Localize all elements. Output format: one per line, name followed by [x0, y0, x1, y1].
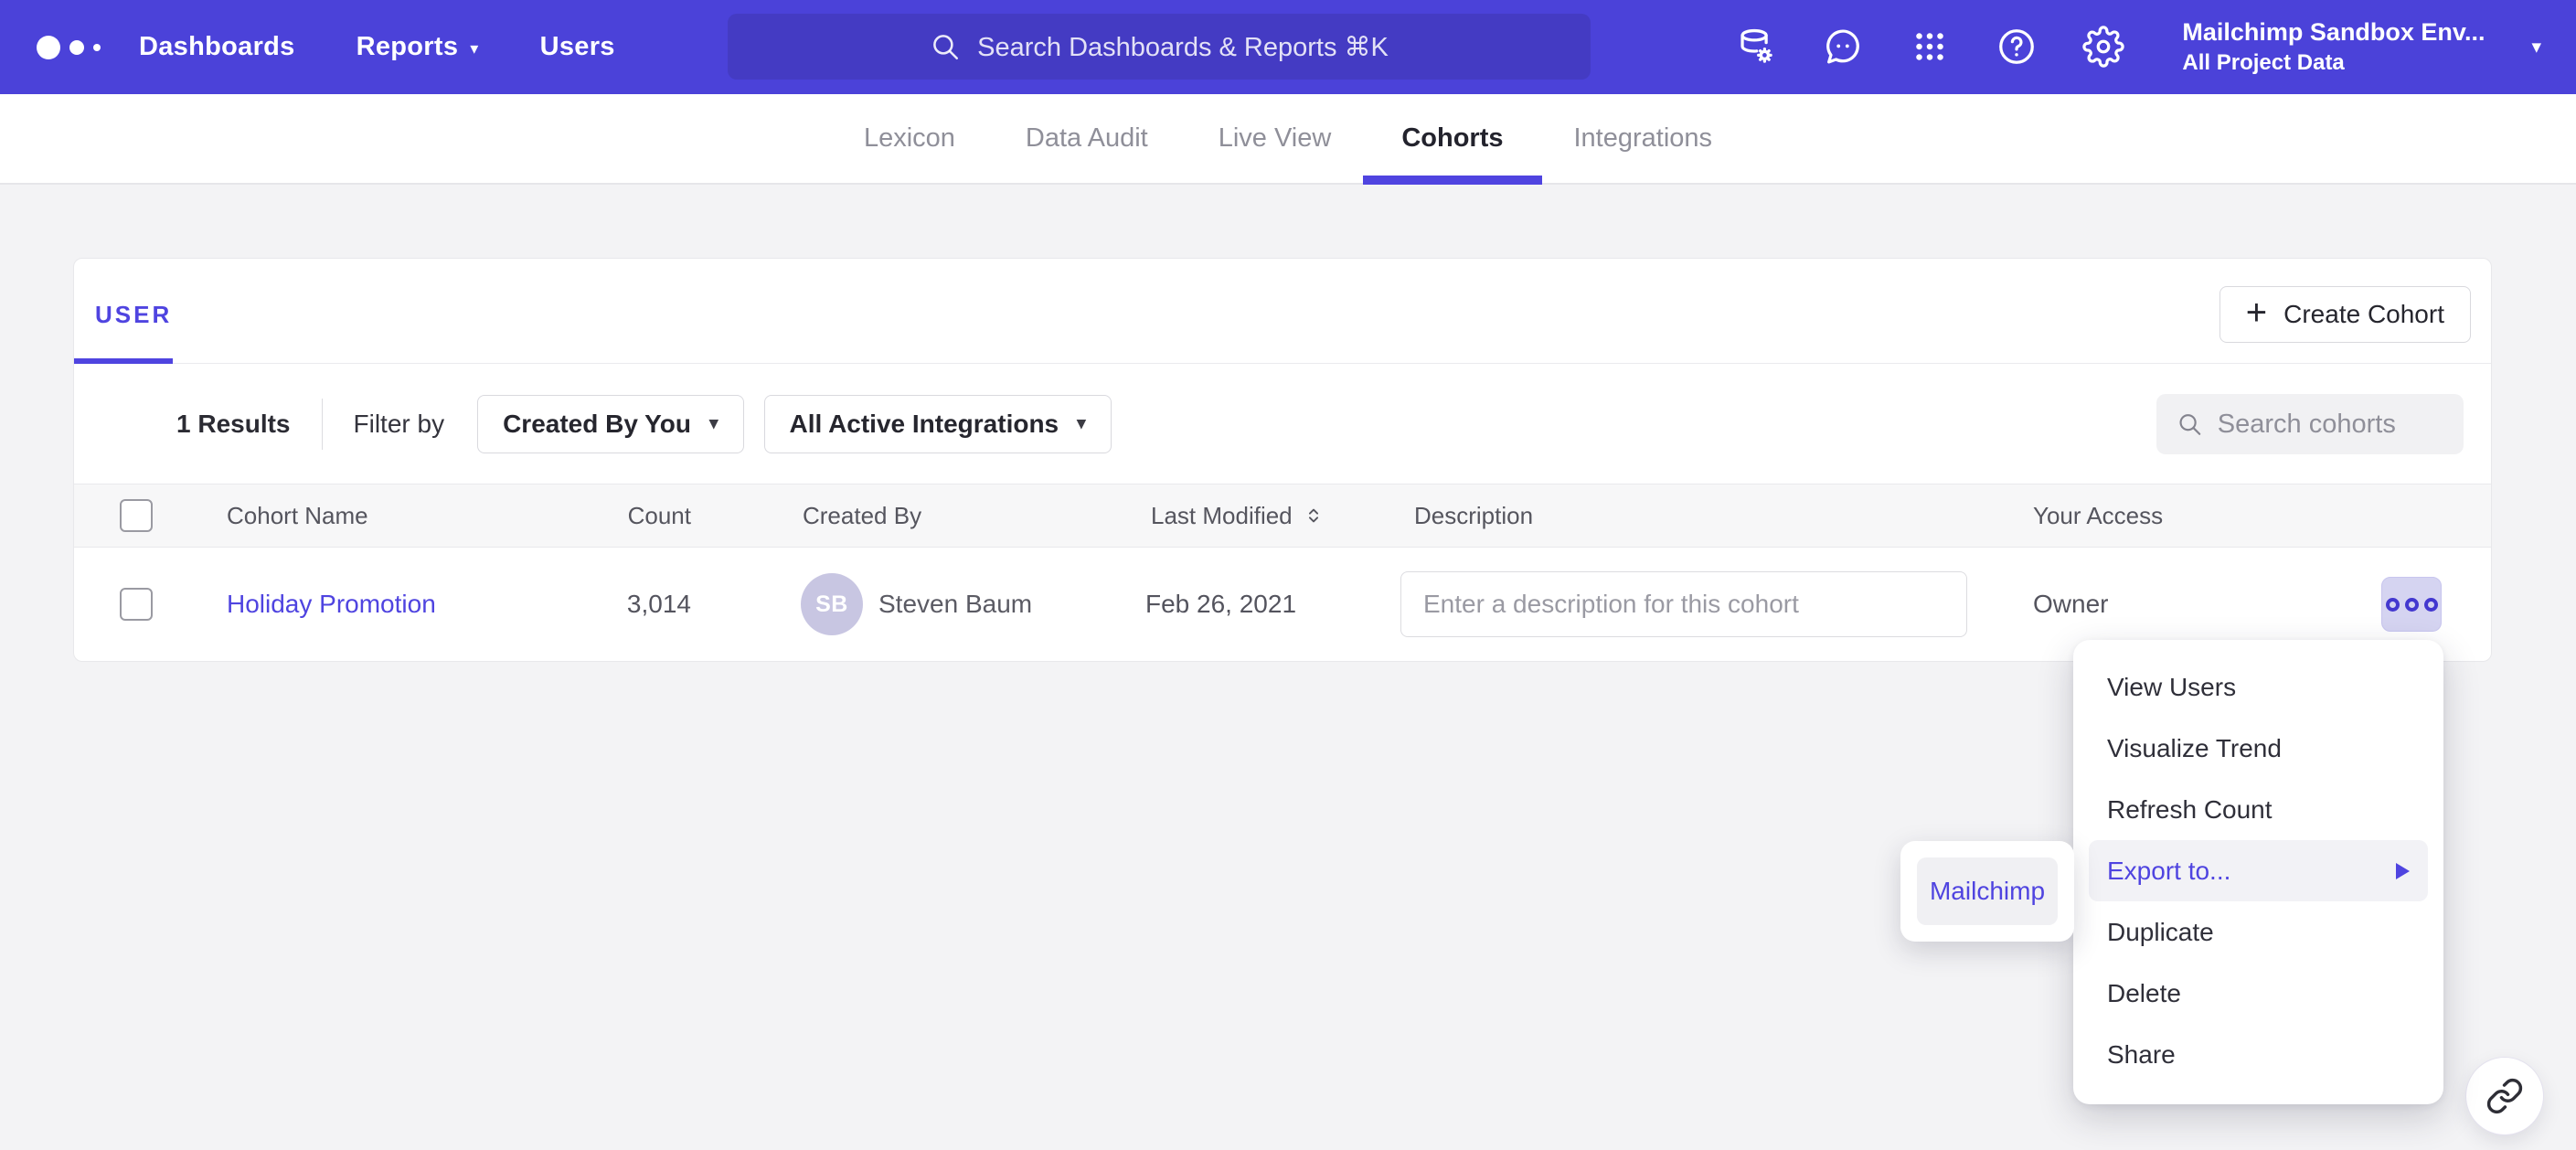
tab-cohorts[interactable]: Cohorts	[1401, 94, 1503, 183]
filter-created-by-dropdown[interactable]: Created By You ▾	[477, 395, 743, 453]
project-scope: All Project Data	[2182, 50, 2485, 76]
column-header-cohort-name[interactable]: Cohort Name	[182, 502, 586, 530]
menu-item-label: Export to...	[2107, 857, 2230, 886]
nav-item-dashboards[interactable]: Dashboards	[139, 32, 295, 62]
filter-by-label: Filter by	[354, 410, 445, 439]
vertical-divider	[322, 399, 323, 450]
menu-item-visualize-trend[interactable]: Visualize Trend	[2073, 718, 2443, 779]
create-cohort-button[interactable]: + Create Cohort	[2219, 286, 2471, 343]
create-cohort-label: Create Cohort	[2283, 300, 2444, 329]
filter-integrations-dropdown[interactable]: All Active Integrations ▾	[764, 395, 1112, 453]
nav-item-reports[interactable]: Reports ▾	[357, 32, 479, 62]
cohort-type-tabstrip: USER + Create Cohort	[74, 259, 2491, 364]
row-checkbox[interactable]	[120, 588, 153, 621]
top-nav-right: Mailchimp Sandbox Env... All Project Dat…	[1735, 18, 2541, 76]
project-switcher[interactable]: Mailchimp Sandbox Env... All Project Dat…	[2182, 18, 2485, 76]
cohort-search-box	[2156, 394, 2464, 454]
data-management-icon[interactable]	[1735, 26, 1777, 68]
tab-label: USER	[95, 301, 172, 328]
search-icon	[930, 31, 961, 62]
sort-icon	[1304, 506, 1324, 526]
chevron-down-icon[interactable]: ▾	[2531, 36, 2541, 59]
column-header-last-modified[interactable]: Last Modified	[1145, 502, 1400, 530]
last-modified-date: Feb 26, 2021	[1145, 590, 1400, 619]
filter-label: All Active Integrations	[790, 410, 1059, 439]
table-header: Cohort Name Count Created By Last Modifi…	[74, 484, 2491, 548]
chevron-down-icon: ▾	[709, 413, 719, 434]
tab-user-cohorts[interactable]: USER	[95, 301, 172, 329]
row-context-menu: View Users Visualize Trend Refresh Count…	[2073, 640, 2443, 1104]
cohort-count: 3,014	[586, 590, 691, 619]
menu-item-view-users[interactable]: View Users	[2073, 656, 2443, 718]
chevron-down-icon: ▾	[1077, 413, 1086, 434]
global-search-placeholder: Search Dashboards & Reports ⌘K	[977, 31, 1389, 63]
submenu-item-mailchimp[interactable]: Mailchimp	[1917, 857, 2058, 925]
cohorts-page: Dashboards Reports ▾ Users Search Dashbo…	[0, 0, 2576, 1150]
column-header-your-access[interactable]: Your Access	[2033, 502, 2381, 530]
logo-dot-small	[93, 44, 101, 51]
logo-dot-medium	[69, 40, 84, 55]
created-by-cell: SB Steven Baum	[691, 573, 1145, 635]
mixpanel-logo[interactable]	[37, 36, 115, 59]
tab-label: Live View	[1219, 123, 1332, 154]
nav-item-label: Reports	[357, 32, 459, 62]
feedback-icon[interactable]	[1822, 26, 1864, 68]
more-dots-icon	[2424, 598, 2438, 612]
select-all-checkbox[interactable]	[120, 499, 153, 532]
data-management-tabs: Lexicon Data Audit Live View Cohorts Int…	[0, 94, 2576, 185]
nav-item-label: Users	[540, 32, 615, 62]
apps-grid-icon[interactable]	[1909, 26, 1951, 68]
access-level: Owner	[2033, 590, 2381, 619]
top-nav: Dashboards Reports ▾ Users Search Dashbo…	[0, 0, 2576, 94]
cohorts-card: USER + Create Cohort 1 Results Filter by…	[73, 258, 2492, 662]
settings-icon[interactable]	[2082, 26, 2124, 68]
cohort-search-input[interactable]	[2218, 410, 2443, 440]
help-icon[interactable]	[1996, 26, 2038, 68]
menu-item-delete[interactable]: Delete	[2073, 963, 2443, 1024]
tab-label: Data Audit	[1026, 123, 1148, 154]
tab-label: Integrations	[1574, 123, 1713, 154]
menu-item-refresh-count[interactable]: Refresh Count	[2073, 779, 2443, 840]
menu-item-export-to[interactable]: Export to...	[2089, 840, 2428, 901]
filter-label: Created By You	[503, 410, 691, 439]
project-name: Mailchimp Sandbox Env...	[2182, 18, 2485, 47]
results-count: 1 Results	[176, 410, 291, 439]
search-icon	[2177, 409, 2203, 440]
row-actions-button[interactable]	[2381, 577, 2442, 632]
menu-item-duplicate[interactable]: Duplicate	[2073, 901, 2443, 963]
logo-dot-large	[37, 36, 60, 59]
creator-name: Steven Baum	[878, 590, 1032, 619]
column-header-count[interactable]: Count	[586, 502, 691, 530]
more-dots-icon	[2405, 598, 2419, 612]
filter-bar: 1 Results Filter by Created By You ▾ All…	[74, 364, 2491, 484]
more-dots-icon	[2386, 598, 2400, 612]
nav-item-label: Dashboards	[139, 32, 295, 62]
copy-link-button[interactable]	[2465, 1057, 2544, 1135]
avatar-initials: SB	[815, 591, 848, 618]
link-icon	[2486, 1077, 2524, 1115]
description-input[interactable]	[1400, 571, 1967, 637]
cohort-name-link[interactable]: Holiday Promotion	[227, 590, 436, 618]
export-submenu: Mailchimp	[1900, 841, 2074, 942]
tab-label: Cohorts	[1401, 123, 1503, 154]
chevron-down-icon: ▾	[470, 40, 478, 57]
plus-icon: +	[2246, 294, 2267, 331]
menu-item-share[interactable]: Share	[2073, 1024, 2443, 1085]
tab-data-audit[interactable]: Data Audit	[1026, 94, 1148, 183]
column-header-label: Last Modified	[1151, 502, 1293, 530]
column-header-description[interactable]: Description	[1400, 502, 2033, 530]
tab-lexicon[interactable]: Lexicon	[864, 94, 955, 183]
tab-integrations[interactable]: Integrations	[1574, 94, 1713, 183]
tab-label: Lexicon	[864, 123, 955, 154]
column-header-created-by[interactable]: Created By	[691, 502, 1145, 530]
submenu-arrow-icon	[2396, 863, 2410, 879]
tab-live-view[interactable]: Live View	[1219, 94, 1332, 183]
global-search-button[interactable]: Search Dashboards & Reports ⌘K	[728, 14, 1591, 80]
avatar: SB	[801, 573, 863, 635]
nav-item-users[interactable]: Users	[540, 32, 615, 62]
